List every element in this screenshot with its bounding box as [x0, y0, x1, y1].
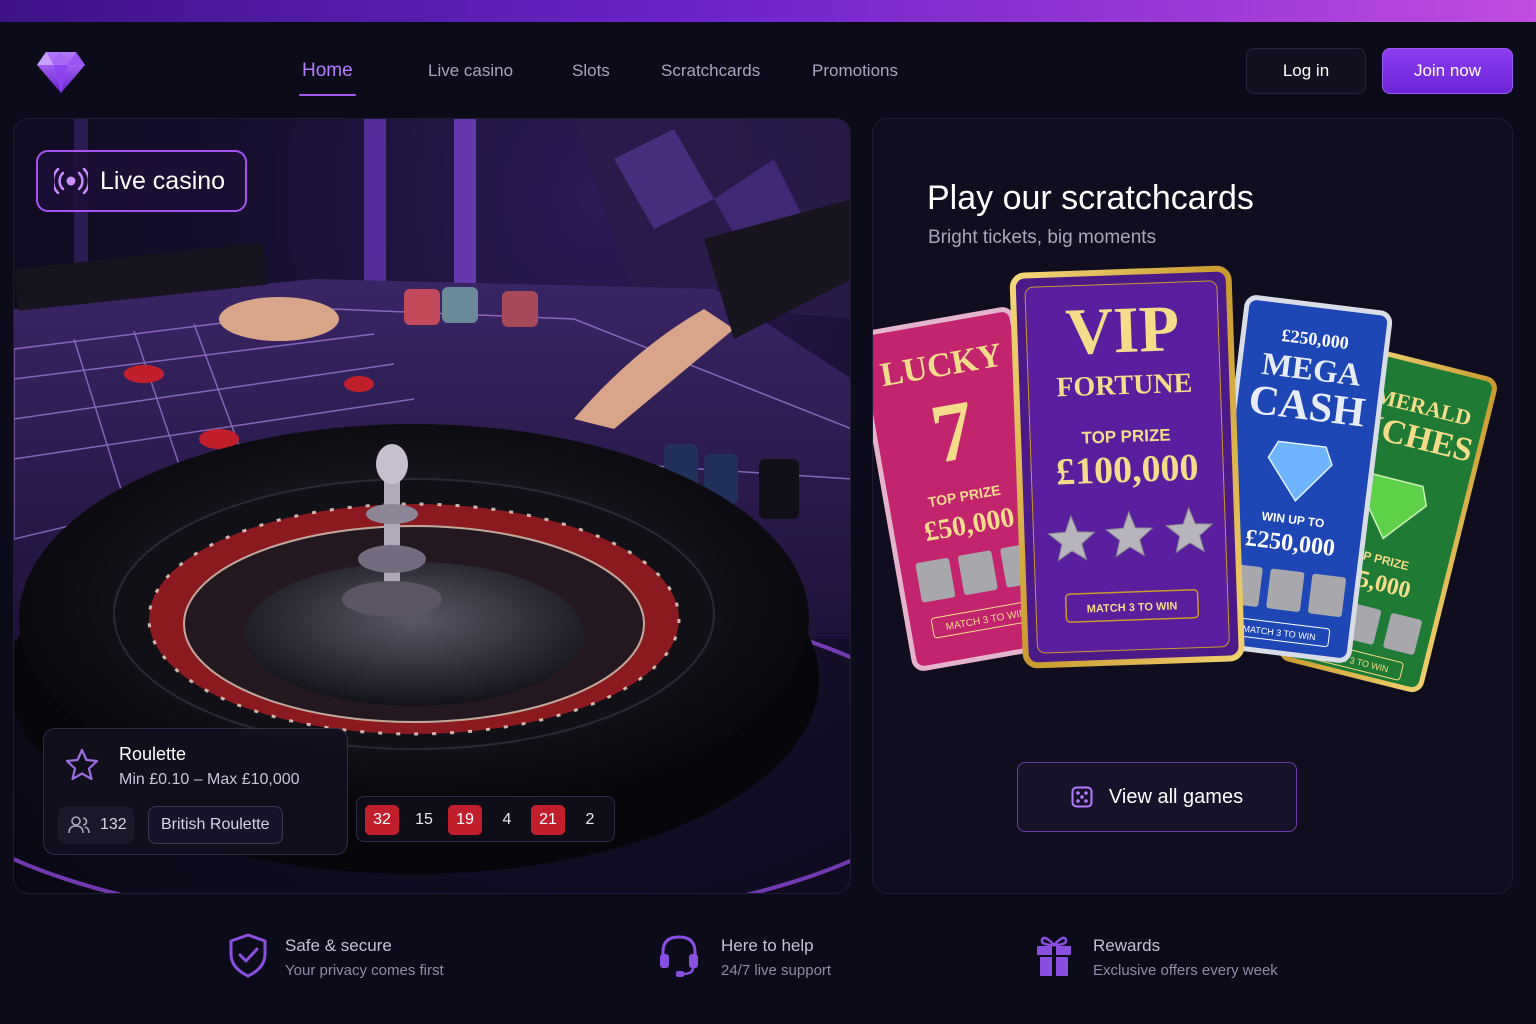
- shield-check-icon: [229, 933, 267, 978]
- scratchcards-panel: Play our scratchcards Bright tickets, bi…: [872, 118, 1513, 894]
- game-title: Roulette: [119, 744, 187, 764]
- view-all-games-button[interactable]: View all games: [1017, 762, 1297, 832]
- result-number: 2: [585, 811, 595, 828]
- nav-live-casino[interactable]: Live casino: [428, 52, 513, 96]
- card-prize: £100,000: [1055, 447, 1199, 494]
- scratchcard-vip-fortune[interactable]: VIP FORTUNE TOP PRIZE £100,000 MATCH 3 T…: [1009, 265, 1245, 669]
- diamond-logo-icon[interactable]: [36, 50, 86, 94]
- nav-home[interactable]: Home: [299, 52, 356, 96]
- scratchcards-subtitle: Bright tickets, big moments: [928, 227, 1157, 248]
- nav-promotions[interactable]: Promotions: [812, 52, 898, 96]
- live-casino-badge[interactable]: Live casino: [36, 150, 247, 212]
- card-name-line2: FORTUNE: [1056, 368, 1193, 404]
- top-accent-bar: [0, 0, 1536, 22]
- bet-limits: Min £0.10 – Max £10,000: [119, 771, 300, 788]
- recent-results: 32 15 19 4 21 2: [356, 796, 615, 842]
- result-number: 32: [365, 805, 399, 835]
- result-number: 15: [415, 811, 433, 828]
- nav-slots[interactable]: Slots: [572, 52, 610, 96]
- feature-title: Rewards: [1093, 936, 1161, 955]
- result-number: 21: [531, 805, 565, 835]
- scratchcards-title: Play our scratchcards: [927, 179, 1254, 217]
- gift-icon: [1037, 936, 1071, 976]
- star-favorite-icon[interactable]: [64, 747, 100, 783]
- player-count-value: 132: [100, 816, 127, 833]
- feature-subtitle: Your privacy comes first: [285, 962, 444, 979]
- feature-title: Here to help: [721, 936, 814, 955]
- live-casino-panel[interactable]: Live casino Roulette Min £0.10 – Max £10…: [13, 118, 851, 894]
- feature-subtitle: 24/7 live support: [721, 962, 832, 979]
- login-button[interactable]: Log in: [1246, 48, 1366, 94]
- scratchcards-fan: EMERALD RICHES TOP PRIZE £75,000 MATCH 3…: [873, 265, 1497, 693]
- dice-icon: [1071, 786, 1093, 808]
- feature-subtitle: Exclusive offers every week: [1093, 962, 1278, 979]
- result-number: 19: [448, 805, 482, 835]
- headset-icon: [660, 935, 698, 977]
- player-count: 132: [58, 806, 134, 844]
- card-name-line1: VIP: [1064, 292, 1180, 369]
- nav-scratchcards[interactable]: Scratchcards: [661, 52, 760, 96]
- join-now-button[interactable]: Join now: [1382, 48, 1513, 94]
- users-icon: [68, 816, 90, 834]
- live-casino-badge-label: Live casino: [100, 166, 226, 195]
- view-all-games-label: View all games: [1108, 785, 1244, 808]
- result-number: 4: [502, 811, 512, 828]
- card-prize-label: TOP PRIZE: [1081, 425, 1171, 447]
- feature-title: Safe & secure: [285, 936, 392, 955]
- roulette-info-card[interactable]: Roulette Min £0.10 – Max £10,000 132 Bri…: [43, 728, 348, 855]
- game-variant-tag[interactable]: British Roulette: [148, 806, 283, 844]
- live-broadcast-icon: [54, 168, 88, 194]
